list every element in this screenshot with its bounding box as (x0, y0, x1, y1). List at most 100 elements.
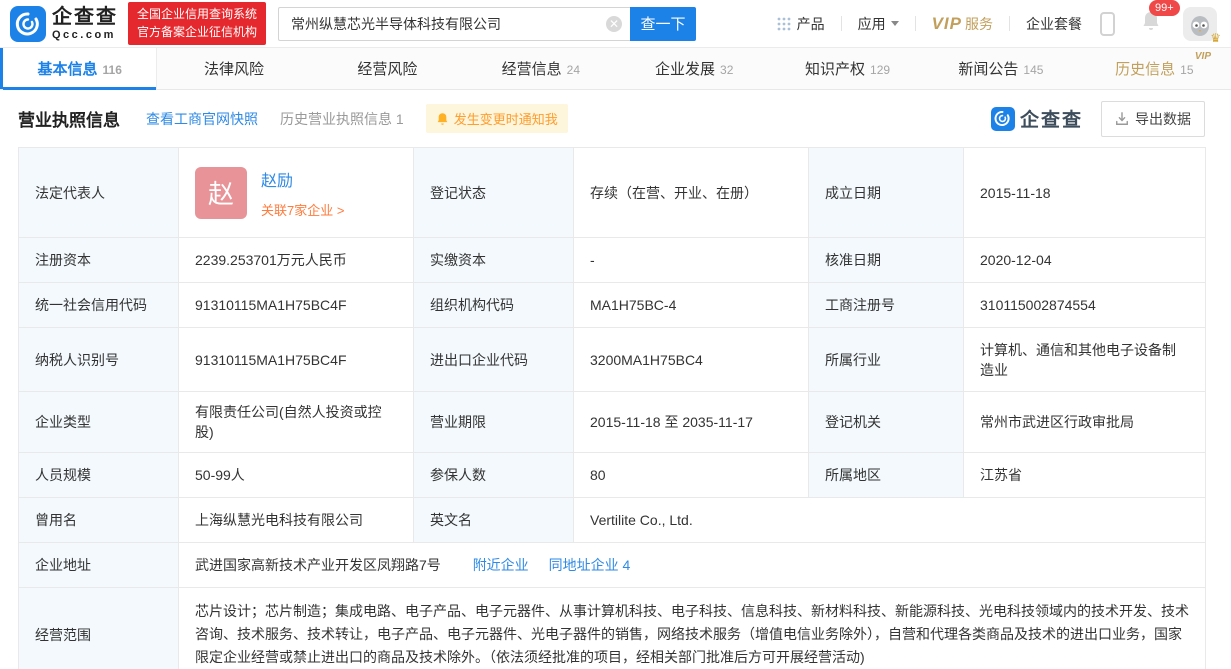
field-value: 计算机、通信和其他电子设备制造业 (964, 328, 1206, 392)
notifications-bell[interactable]: 99+ (1141, 10, 1161, 37)
field-label: 参保人数 (414, 453, 574, 498)
field-label: 经营范围 (19, 588, 179, 669)
tab-label: 历史信息 (1115, 58, 1175, 79)
search-clear-icon[interactable]: ✕ (606, 16, 622, 32)
legal-rep-name-link[interactable]: 赵励 (261, 167, 344, 191)
table-row-business-scope: 经营范围 芯片设计；芯片制造；集成电路、电子产品、电子元器件、从事计算机科技、电… (19, 588, 1206, 669)
tab-operation-risk[interactable]: 经营风险 (311, 48, 464, 89)
table-row-codes: 统一社会信用代码 91310115MA1H75BC4F 组织机构代码 MA1H7… (19, 283, 1206, 328)
company-address: 武进国家高新技术产业开发区凤翔路7号 (195, 557, 441, 573)
qcc-logo-icon (10, 6, 46, 42)
qcc-logo[interactable]: 企查查 Qcc.com (10, 6, 118, 42)
vip-tag: VIP (1195, 51, 1211, 62)
tab-operation-info[interactable]: 经营信息 24 (464, 48, 617, 89)
search-button[interactable]: 查一下 (630, 7, 696, 41)
bell-icon (436, 112, 449, 126)
nearby-companies-link[interactable]: 附近企业 (473, 557, 529, 573)
nav-apps-label: 应用 (858, 14, 886, 34)
field-value: 2015-11-18 至 2035-11-17 (574, 392, 809, 453)
field-value: 2239.253701万元人民币 (179, 238, 414, 283)
table-row-address: 企业地址 武进国家高新技术产业开发区凤翔路7号 附近企业 同地址企业 4 (19, 543, 1206, 588)
tab-count: 116 (103, 63, 122, 77)
tab-count: 15 (1180, 63, 1193, 77)
export-data-button[interactable]: 导出数据 (1101, 101, 1205, 137)
chevron-down-icon (891, 21, 899, 26)
nav-apps[interactable]: 应用 (858, 14, 899, 34)
field-label: 登记机关 (809, 392, 964, 453)
nav-product-label: 产品 (797, 14, 825, 34)
field-label: 人员规模 (19, 453, 179, 498)
field-label: 所属行业 (809, 328, 964, 392)
tab-label: 企业发展 (655, 58, 715, 79)
change-notify-button[interactable]: 发生变更时通知我 (426, 104, 568, 133)
field-value: 有限责任公司(自然人投资或控股) (179, 392, 414, 453)
grid-icon (777, 17, 791, 31)
mobile-app-icon[interactable] (1100, 12, 1115, 36)
top-header: 企查查 Qcc.com 全国企业信用查询系统 官方备案企业征信机构 ✕ 查一下 … (0, 0, 1231, 48)
business-snapshot-link[interactable]: 查看工商官网快照 (146, 109, 258, 129)
field-value: 2015-11-18 (964, 148, 1206, 238)
tab-bar: 基本信息 116 法律风险 经营风险 经营信息 24 企业发展 32 知识产权 … (0, 48, 1231, 90)
certification-line1: 全国企业信用查询系统 (137, 6, 257, 23)
legal-rep-avatar[interactable]: 赵 (195, 167, 247, 219)
field-label: 企业地址 (19, 543, 179, 588)
field-value: 91310115MA1H75BC4F (179, 283, 414, 328)
tab-basic-info[interactable]: 基本信息 116 (0, 48, 157, 89)
related-companies-link[interactable]: 关联7家企业 > (261, 200, 344, 219)
certification-line2: 官方备案企业征信机构 (137, 24, 257, 41)
top-nav: 产品 应用 VIP 服务 企业套餐 99+ (777, 7, 1217, 41)
field-value: 91310115MA1H75BC4F (179, 328, 414, 392)
nav-enterprise-package[interactable]: 企业套餐 (1026, 14, 1082, 34)
address-cell: 武进国家高新技术产业开发区凤翔路7号 附近企业 同地址企业 4 (179, 543, 1206, 588)
table-row-taxpayer: 纳税人识别号 91310115MA1H75BC4F 进出口企业代码 3200MA… (19, 328, 1206, 392)
search-box: ✕ 查一下 (278, 7, 696, 41)
vip-logo: VIP (932, 14, 962, 34)
same-address-companies-link[interactable]: 同地址企业 4 (549, 557, 631, 573)
watermark-logo-icon (991, 107, 1015, 131)
field-label: 营业期限 (414, 392, 574, 453)
user-avatar[interactable]: ♛ (1183, 7, 1217, 41)
divider (1009, 16, 1010, 31)
field-label: 纳税人识别号 (19, 328, 179, 392)
avatar-image (1187, 11, 1213, 37)
nav-vip-service[interactable]: VIP 服务 (932, 14, 993, 34)
field-label: 成立日期 (809, 148, 964, 238)
crown-icon: ♛ (1210, 31, 1221, 45)
search-input[interactable] (278, 7, 630, 41)
field-value: 310115002874554 (964, 283, 1206, 328)
tab-label: 经营信息 (502, 58, 562, 79)
nav-vip-label: 服务 (965, 14, 993, 34)
brand-name: 企查查 (52, 7, 118, 27)
tab-count: 24 (567, 63, 580, 77)
field-label: 核准日期 (809, 238, 964, 283)
tab-history-info[interactable]: 历史信息 15 VIP (1078, 48, 1231, 89)
field-value: MA1H75BC-4 (574, 283, 809, 328)
tab-company-development[interactable]: 企业发展 32 (618, 48, 771, 89)
history-license-link[interactable]: 历史营业执照信息 1 (280, 109, 404, 129)
field-label: 统一社会信用代码 (19, 283, 179, 328)
table-row-names: 曾用名 上海纵慧光电科技有限公司 英文名 Vertilite Co., Ltd. (19, 498, 1206, 543)
nav-product[interactable]: 产品 (777, 14, 825, 34)
tab-legal-risk[interactable]: 法律风险 (157, 48, 310, 89)
section-title: 营业执照信息 (18, 106, 120, 131)
field-label: 组织机构代码 (414, 283, 574, 328)
export-data-label: 导出数据 (1135, 109, 1191, 129)
tab-count: 129 (870, 63, 890, 77)
section-header: 营业执照信息 查看工商官网快照 历史营业执照信息 1 发生变更时通知我 企查查 … (0, 90, 1231, 147)
tab-label: 基本信息 (38, 58, 98, 79)
field-value: 80 (574, 453, 809, 498)
change-notify-label: 发生变更时通知我 (454, 109, 558, 128)
field-value: - (574, 238, 809, 283)
tab-intellectual-property[interactable]: 知识产权 129 (771, 48, 924, 89)
field-value: 50-99人 (179, 453, 414, 498)
tab-count: 32 (720, 63, 733, 77)
tab-label: 法律风险 (204, 58, 264, 79)
field-label: 英文名 (414, 498, 574, 543)
field-value: 江苏省 (964, 453, 1206, 498)
field-value: 常州市武进区行政审批局 (964, 392, 1206, 453)
field-label: 注册资本 (19, 238, 179, 283)
tab-news[interactable]: 新闻公告 145 (924, 48, 1077, 89)
table-row-type: 企业类型 有限责任公司(自然人投资或控股) 营业期限 2015-11-18 至 … (19, 392, 1206, 453)
field-value: 上海纵慧光电科技有限公司 (179, 498, 414, 543)
qcc-logo-text: 企查查 Qcc.com (52, 7, 118, 41)
